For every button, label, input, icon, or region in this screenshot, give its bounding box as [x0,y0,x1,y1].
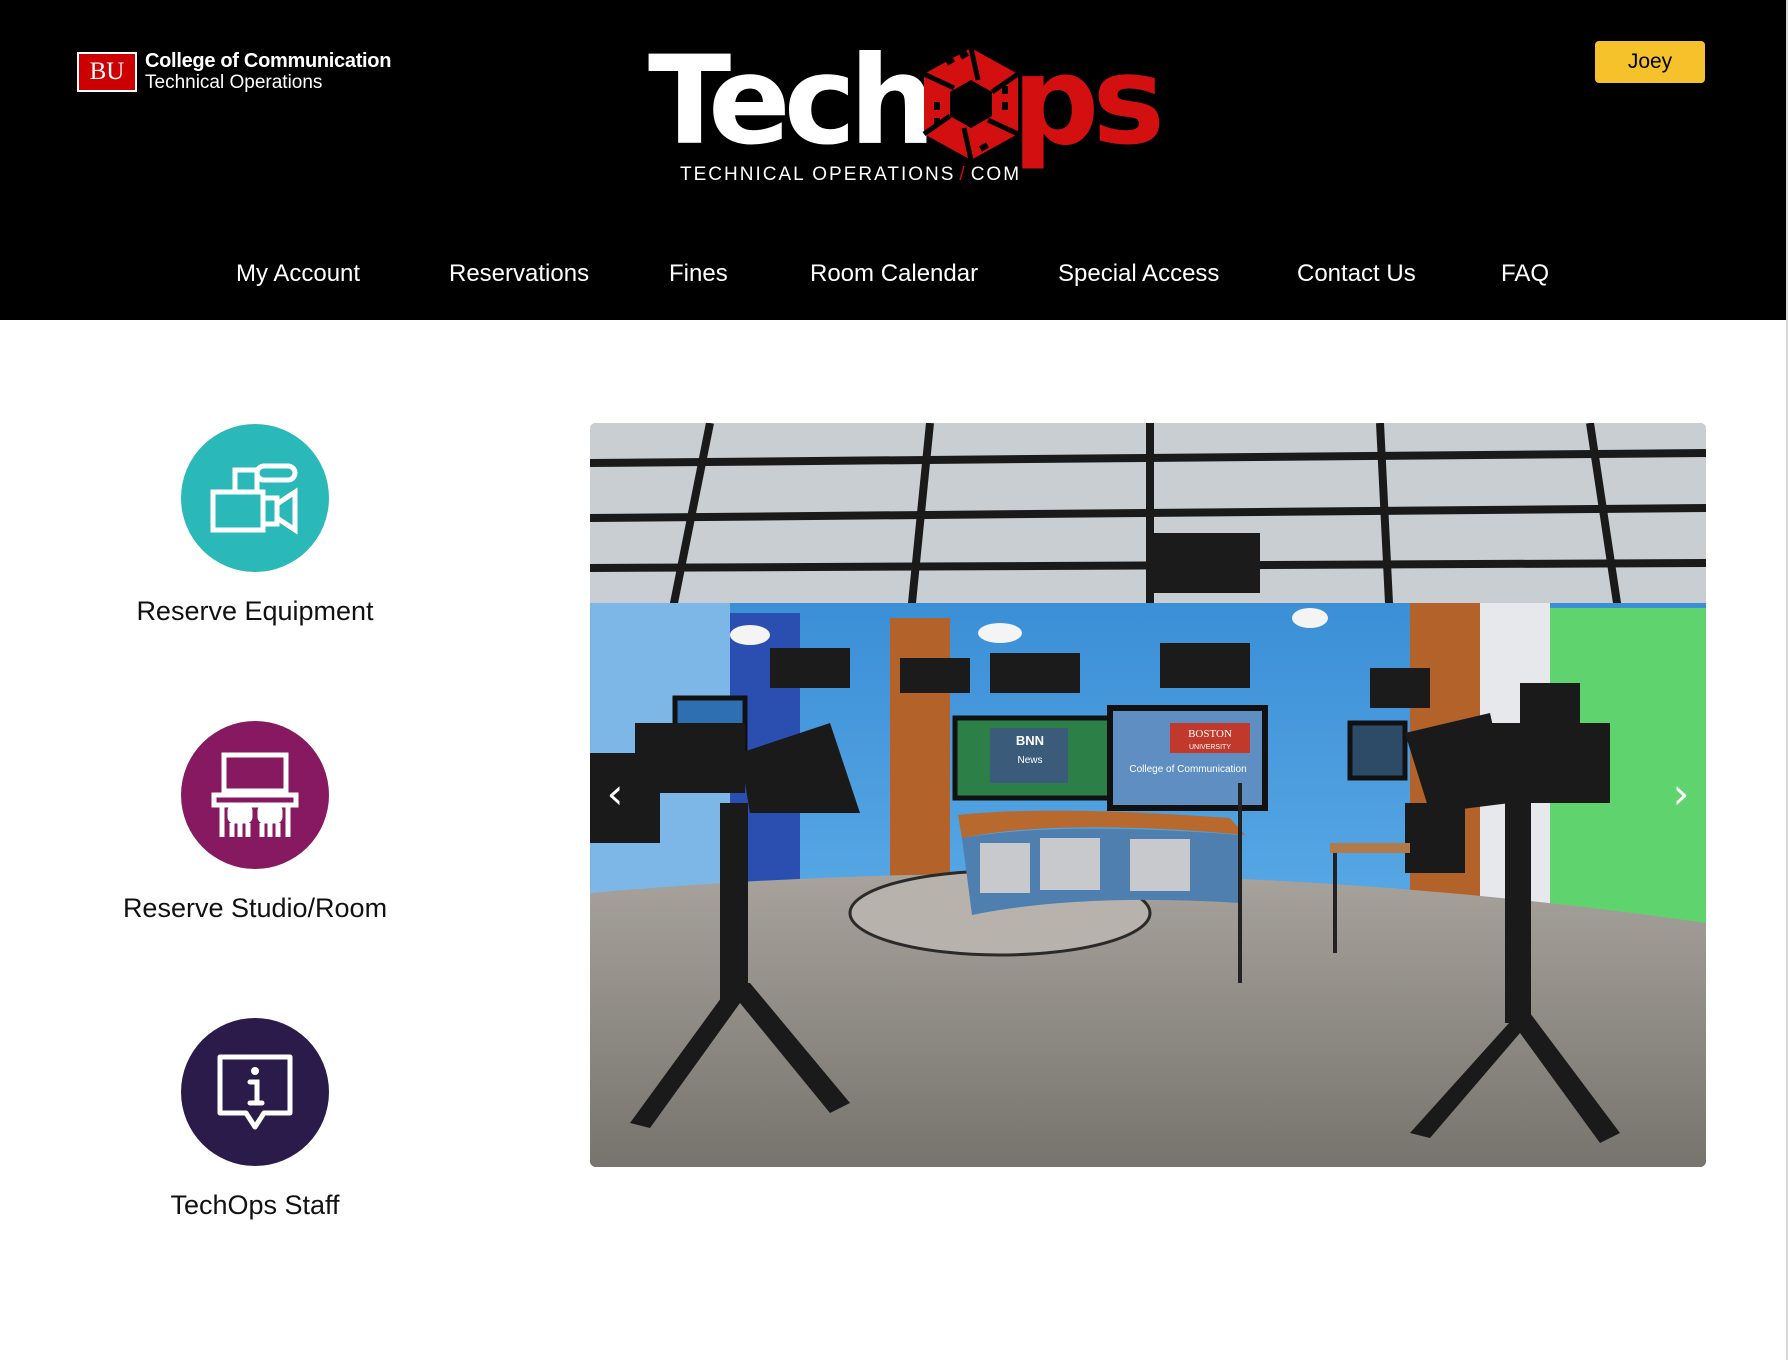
screen-college-text: College of Communication [1129,764,1246,775]
nav-fines[interactable]: Fines [669,260,728,288]
techops-staff-circle [181,1018,329,1166]
logo-word-tech: Tech [648,30,936,172]
screen-university-text: UNIVERSITY [1189,744,1231,751]
carousel-prev-button[interactable]: ‹ [590,763,640,823]
reserve-equipment-circle [181,424,329,572]
nav-my-account[interactable]: My Account [236,260,360,288]
screen-boston-text: BOSTON [1188,728,1232,740]
info-icon [217,1054,293,1130]
logo-word-ps: ps [1012,30,1165,172]
film-reel-o-icon [922,47,1020,161]
logo-subtitle-left: TECHNICAL OPERATIONS [680,164,956,185]
bu-logo[interactable]: BU College of Communication Technical Op… [77,51,391,93]
studio-carousel[interactable]: BOSTON UNIVERSITY College of Communicati… [590,423,1706,1167]
nav-reservations[interactable]: Reservations [449,260,589,288]
techops-staff-link[interactable]: TechOps Staff [105,1018,405,1221]
main-nav: My Account Reservations Fines Room Calen… [0,260,1786,300]
carousel-next-button[interactable]: › [1656,763,1706,823]
reserve-studio-label: Reserve Studio/Room [122,893,388,923]
screen-news-word: News [1017,755,1042,766]
nav-special-access[interactable]: Special Access [1058,260,1219,288]
reserve-equipment-label: Reserve Equipment [136,596,374,626]
studio-photo: BOSTON UNIVERSITY College of Communicati… [590,423,1706,1167]
video-camera-icon [210,463,298,535]
logo-subtitle-right: COM [970,164,1022,185]
nav-contact-us[interactable]: Contact Us [1297,260,1416,288]
reserve-equipment-link[interactable]: Reserve Equipment [105,424,405,627]
logo-subtitle-slash: / [959,164,967,185]
org-name: College of Communication [145,50,392,72]
reserve-studio-circle [181,721,329,869]
nav-room-calendar[interactable]: Room Calendar [810,260,978,288]
site-header: BU College of Communication Technical Op… [0,0,1786,320]
techops-staff-label: TechOps Staff [170,1190,340,1220]
classroom-icon [211,752,299,837]
logo-subtitle: TECHNICAL OPERATIONS / COM [680,164,1021,186]
org-text: College of Communication Technical Opera… [145,50,392,94]
bu-badge: BU [77,52,137,92]
org-department: Technical Operations [145,72,323,93]
screen-news-logo: BNN [1016,733,1044,748]
nav-faq[interactable]: FAQ [1501,260,1549,288]
user-menu-button[interactable]: Joey [1595,41,1705,83]
techops-logo[interactable]: Tech ps TECHNICAL OPERATIONS / COM [648,30,1165,196]
reserve-studio-link[interactable]: Reserve Studio/Room [105,721,405,924]
